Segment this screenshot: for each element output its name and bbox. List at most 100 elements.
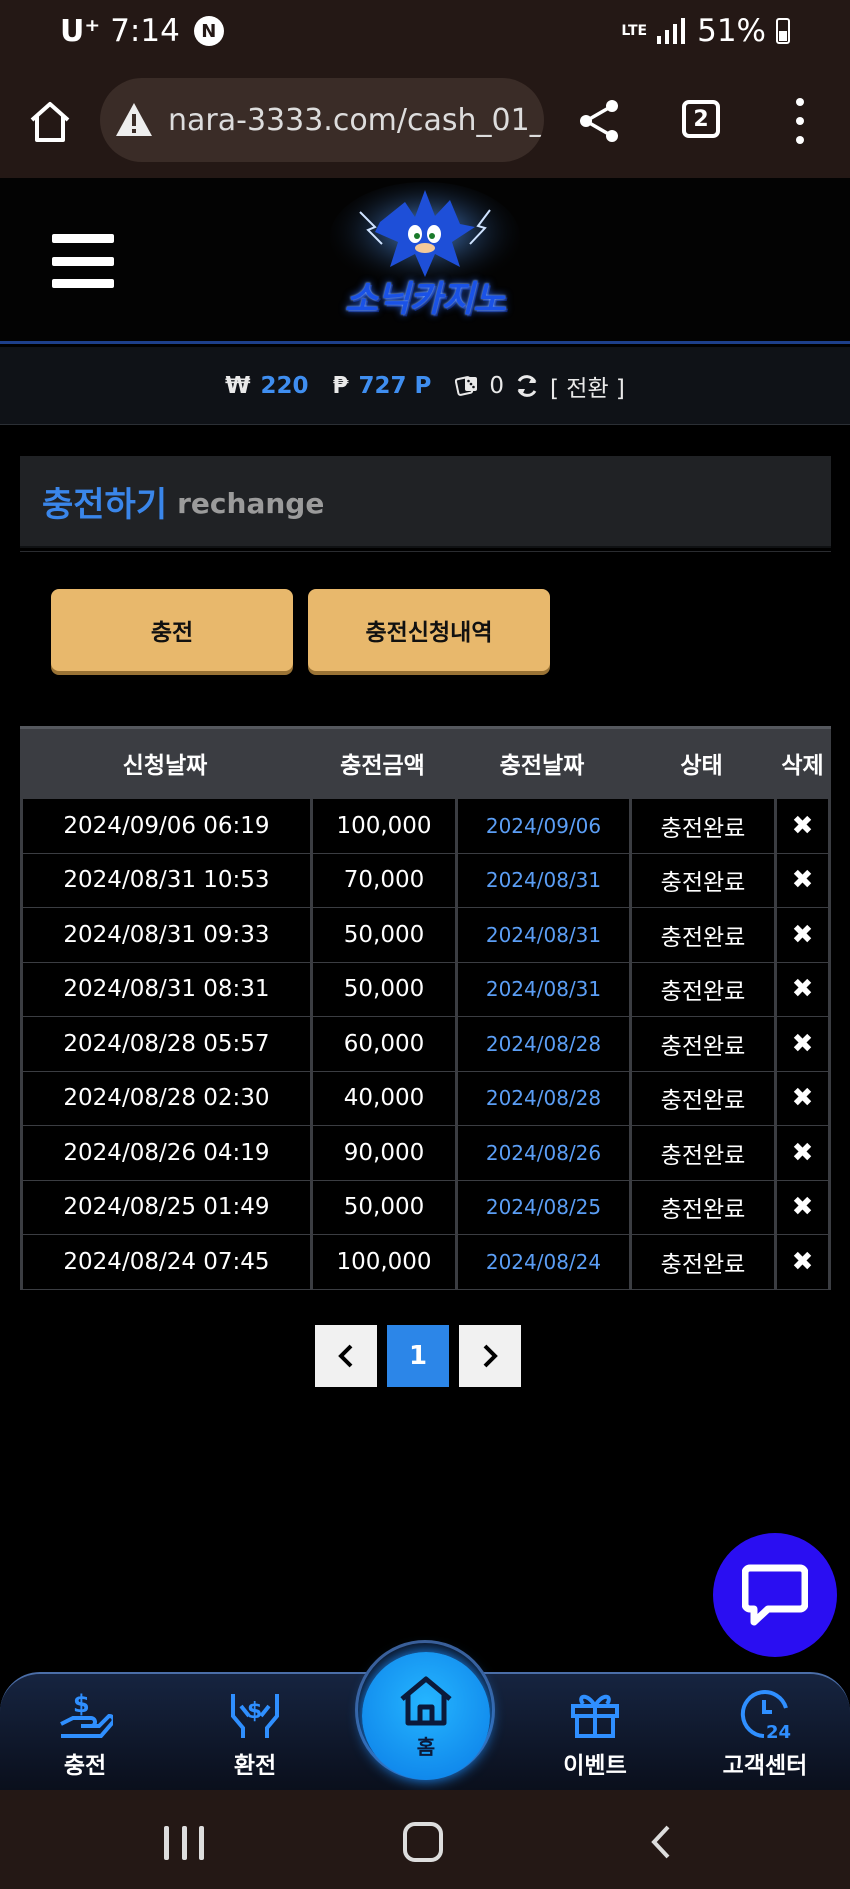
cell-amount: 60,000 <box>310 1017 455 1071</box>
charge-history-button[interactable]: 충전신청내역 <box>308 589 550 671</box>
close-icon: ✖ <box>791 1192 814 1223</box>
browser-menu-icon[interactable] <box>792 98 808 144</box>
divider <box>20 551 831 552</box>
cell-request-date: 2024/08/24 07:45 <box>20 1235 310 1289</box>
next-page-button[interactable] <box>459 1325 521 1387</box>
cell-amount: 100,000 <box>310 1235 455 1289</box>
close-icon: ✖ <box>791 810 814 841</box>
delete-button[interactable]: ✖ <box>774 962 831 1016</box>
won-icon: ₩ <box>225 372 251 399</box>
cell-status: 충전완료 <box>629 1126 774 1180</box>
balance-bar: ₩ 220 ₱ 727 P 0 [ 전환 ] <box>0 347 850 425</box>
table-row: 2024/08/31 08:31 50,000 2024/08/31 충전완료 ✖ <box>20 962 831 1017</box>
close-icon: ✖ <box>791 1028 814 1059</box>
delete-button[interactable]: ✖ <box>774 853 831 907</box>
delete-button[interactable]: ✖ <box>774 1017 831 1071</box>
svg-text:$: $ <box>73 1690 90 1718</box>
table-row: 2024/09/06 06:19 100,000 2024/09/06 충전완료 ✖ <box>20 799 831 854</box>
address-bar[interactable]: nara-3333.com/cash_01_1. <box>100 78 544 162</box>
cell-charge-date: 2024/08/28 <box>455 1017 629 1071</box>
charge-history-table: 신청날짜 충전금액 충전날짜 상태 삭제 2024/09/06 06:19 100… <box>20 726 831 1290</box>
gift-icon <box>571 1694 619 1738</box>
cell-status: 충전완료 <box>629 799 774 853</box>
nav-item-event[interactable]: 이벤트 <box>530 1688 660 1780</box>
cell-amount: 100,000 <box>310 799 455 853</box>
site-logo[interactable]: 소닉카지노 <box>320 182 530 332</box>
table-row: 2024/08/28 05:57 60,000 2024/08/28 충전완료 ✖ <box>20 1017 831 1072</box>
warning-icon[interactable] <box>114 100 154 140</box>
page-number-button[interactable]: 1 <box>387 1325 449 1387</box>
close-icon: ✖ <box>791 974 814 1005</box>
charge-button[interactable]: 충전 <box>51 589 293 671</box>
table-row: 2024/08/25 01:49 50,000 2024/08/25 충전완료 ✖ <box>20 1180 831 1235</box>
delete-button[interactable]: ✖ <box>774 1126 831 1180</box>
table-body: 2024/09/06 06:19 100,000 2024/09/06 충전완료 ✖ 20… <box>20 796 831 1290</box>
table-row: 2024/08/24 07:45 100,000 2024/08/24 충전완료 ✖ <box>20 1235 831 1290</box>
svg-text:$: $ <box>247 1699 262 1724</box>
cell-charge-date: 2024/08/28 <box>455 1071 629 1125</box>
won-balance: 220 <box>260 372 309 399</box>
column-header-delete: 삭제 <box>781 752 824 779</box>
system-home-icon[interactable] <box>403 1822 443 1862</box>
hand-money-icon: $ <box>60 1690 113 1738</box>
page-title-english: rechange <box>177 486 325 520</box>
cell-status: 충전완료 <box>629 1180 774 1234</box>
system-navigation-bar <box>0 1790 850 1889</box>
delete-button[interactable]: ✖ <box>774 1235 831 1289</box>
delete-button[interactable]: ✖ <box>774 1180 831 1234</box>
chip-balance: 0 <box>489 372 505 399</box>
cell-request-date: 2024/08/25 01:49 <box>20 1180 310 1234</box>
chat-support-button[interactable] <box>713 1533 837 1657</box>
nav-item-charge[interactable]: $ 충전 <box>20 1688 150 1780</box>
notification-icon: N <box>193 16 224 46</box>
chat-bubble-icon <box>742 1564 808 1626</box>
nav-label-event: 이벤트 <box>563 1753 627 1779</box>
money-hands-icon: $ <box>231 1694 279 1738</box>
chevron-right-icon <box>483 1344 498 1368</box>
close-icon: ✖ <box>791 1083 814 1114</box>
dice-icon <box>455 375 478 396</box>
recent-apps-icon[interactable] <box>164 1826 204 1860</box>
nav-label-home: 홈 <box>416 1734 436 1759</box>
delete-button[interactable]: ✖ <box>774 908 831 962</box>
carrier-label: U⁺ <box>60 13 101 49</box>
nav-item-exchange[interactable]: $ 환전 <box>190 1688 320 1780</box>
cell-request-date: 2024/08/31 09:33 <box>20 908 310 962</box>
cell-charge-date: 2024/08/25 <box>455 1180 629 1234</box>
cell-request-date: 2024/08/31 08:31 <box>20 962 310 1016</box>
hamburger-menu-icon[interactable] <box>52 234 114 288</box>
svg-text:24: 24 <box>766 1722 791 1740</box>
cell-status: 충전완료 <box>629 1071 774 1125</box>
site-header: 소닉카지노 <box>0 178 850 344</box>
cell-amount: 50,000 <box>310 908 455 962</box>
prev-page-button[interactable] <box>315 1325 377 1387</box>
table-header: 신청날짜 충전금액 충전날짜 상태 삭제 <box>20 726 831 796</box>
nav-item-home[interactable]: 홈 <box>362 1652 490 1780</box>
cell-amount: 90,000 <box>310 1126 455 1180</box>
table-row: 2024/08/31 09:33 50,000 2024/08/31 충전완료 ✖ <box>20 908 831 963</box>
point-balance: 727 P <box>358 372 432 399</box>
cell-status: 충전완료 <box>629 853 774 907</box>
browser-toolbar: nara-3333.com/cash_01_1. 2 <box>0 62 850 178</box>
column-header-charge-date: 충전날짜 <box>499 752 585 779</box>
point-icon: ₱ <box>332 372 349 399</box>
delete-button[interactable]: ✖ <box>774 1071 831 1125</box>
refresh-icon[interactable] <box>514 373 540 399</box>
cell-status: 충전완료 <box>629 908 774 962</box>
share-icon[interactable] <box>576 98 622 144</box>
table-row: 2024/08/26 04:19 90,000 2024/08/26 충전완료 ✖ <box>20 1126 831 1181</box>
battery-icon <box>776 18 790 44</box>
delete-button[interactable]: ✖ <box>774 799 831 853</box>
nav-label-support: 고객센터 <box>722 1753 808 1779</box>
switch-link[interactable]: [ 전환 ] <box>550 369 625 403</box>
page-title-korean: 충전하기 <box>42 484 168 525</box>
table-row: 2024/08/31 10:53 70,000 2024/08/31 충전완료 ✖ <box>20 853 831 908</box>
back-icon[interactable] <box>646 1824 676 1860</box>
cell-request-date: 2024/08/31 10:53 <box>20 853 310 907</box>
table-row: 2024/08/28 02:30 40,000 2024/08/28 충전완료 ✖ <box>20 1071 831 1126</box>
cell-charge-date: 2024/08/31 <box>455 908 629 962</box>
browser-home-icon[interactable] <box>26 98 74 146</box>
nav-label-exchange: 환전 <box>233 1753 277 1779</box>
nav-item-support[interactable]: 24 고객센터 <box>700 1688 830 1780</box>
tab-switcher-button[interactable]: 2 <box>682 100 720 138</box>
